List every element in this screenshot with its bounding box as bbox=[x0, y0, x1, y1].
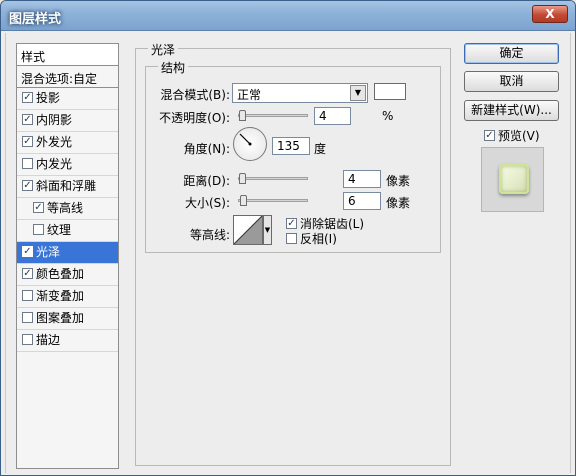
distance-slider-track[interactable] bbox=[238, 177, 308, 180]
checkbox-icon[interactable] bbox=[22, 136, 33, 147]
angle-needle-icon bbox=[239, 133, 252, 146]
checkbox-icon[interactable] bbox=[33, 202, 44, 213]
blending-options-item[interactable]: 混合选项:自定 bbox=[17, 66, 118, 88]
checkbox-icon[interactable] bbox=[286, 233, 297, 244]
checkbox-icon[interactable] bbox=[22, 334, 33, 345]
style-item-pattern-overlay[interactable]: 图案叠加 bbox=[17, 308, 118, 330]
style-item-label: 描边 bbox=[36, 333, 61, 347]
title-bar: 图层样式 X bbox=[1, 1, 575, 31]
styles-header[interactable]: 样式 bbox=[17, 44, 118, 66]
style-item-label: 外发光 bbox=[36, 135, 73, 149]
size-slider-track[interactable] bbox=[238, 199, 308, 202]
style-item-drop-shadow[interactable]: 投影 bbox=[17, 88, 118, 110]
style-item-label: 等高线 bbox=[47, 201, 84, 215]
preview-swatch bbox=[499, 164, 529, 194]
opacity-slider-thumb[interactable] bbox=[239, 110, 246, 121]
dropdown-arrow-icon[interactable]: ▼ bbox=[350, 85, 366, 101]
new-style-button[interactable]: 新建样式(W)... bbox=[464, 100, 559, 121]
style-item-contour[interactable]: 等高线 bbox=[17, 198, 118, 220]
style-list: 样式 混合选项:自定 投影 内阴影 外发光 内发光 斜面和浮雕 等高线 纹理 bbox=[16, 43, 119, 469]
style-item-bevel-emboss[interactable]: 斜面和浮雕 bbox=[17, 176, 118, 198]
structure-group: 结构 混合模式(B): 正常 ▼ 不透明度(O): 4 % 角度(N): 135… bbox=[145, 59, 441, 253]
size-slider-thumb[interactable] bbox=[240, 195, 247, 206]
angle-label: 角度(N): bbox=[183, 142, 230, 156]
checkbox-icon[interactable] bbox=[286, 218, 297, 229]
style-item-label: 内发光 bbox=[36, 157, 73, 171]
preview-checkbox[interactable]: 预览(V) bbox=[484, 127, 540, 144]
style-item-label: 光泽 bbox=[36, 245, 61, 259]
style-item-label: 斜面和浮雕 bbox=[36, 179, 97, 193]
layer-style-dialog: 图层样式 X 样式 混合选项:自定 投影 内阴影 外发光 内发光 斜面和浮雕 等 bbox=[0, 0, 576, 476]
dialog-content: 样式 混合选项:自定 投影 内阴影 外发光 内发光 斜面和浮雕 等高线 纹理 bbox=[5, 33, 571, 473]
style-item-gradient-overlay[interactable]: 渐变叠加 bbox=[17, 286, 118, 308]
style-item-texture[interactable]: 纹理 bbox=[17, 220, 118, 242]
distance-input[interactable]: 4 bbox=[343, 170, 381, 188]
size-label: 大小(S): bbox=[184, 196, 230, 210]
preview-label: 预览(V) bbox=[498, 129, 540, 143]
blend-mode-select[interactable]: 正常 ▼ bbox=[232, 83, 368, 103]
style-item-label: 颜色叠加 bbox=[36, 267, 85, 281]
invert-label: 反相(I) bbox=[300, 232, 337, 246]
checkbox-icon[interactable] bbox=[22, 180, 33, 191]
style-item-inner-shadow[interactable]: 内阴影 bbox=[17, 110, 118, 132]
style-item-stroke[interactable]: 描边 bbox=[17, 330, 118, 352]
checkbox-icon[interactable] bbox=[484, 130, 495, 141]
close-button[interactable]: X bbox=[532, 5, 568, 23]
contour-picker[interactable] bbox=[233, 215, 263, 245]
style-item-satin[interactable]: 光泽 bbox=[17, 242, 118, 264]
angle-dial[interactable] bbox=[233, 127, 267, 161]
antialias-label: 消除锯齿(L) bbox=[300, 217, 365, 231]
style-item-outer-glow[interactable]: 外发光 bbox=[17, 132, 118, 154]
style-item-label: 渐变叠加 bbox=[36, 289, 85, 303]
opacity-unit: % bbox=[382, 109, 394, 123]
checkbox-icon[interactable] bbox=[22, 92, 33, 103]
opacity-input[interactable]: 4 bbox=[314, 107, 351, 125]
size-unit: 像素 bbox=[386, 196, 411, 210]
opacity-slider-track[interactable] bbox=[238, 114, 308, 117]
checkbox-icon[interactable] bbox=[22, 268, 33, 279]
angle-unit: 度 bbox=[314, 142, 327, 156]
contour-dropdown-icon[interactable]: ▼ bbox=[263, 215, 272, 245]
distance-unit: 像素 bbox=[386, 174, 411, 188]
blend-mode-value: 正常 bbox=[237, 88, 262, 102]
style-preview bbox=[481, 147, 544, 212]
distance-slider-thumb[interactable] bbox=[239, 173, 246, 184]
style-item-label: 内阴影 bbox=[36, 113, 73, 127]
style-item-label: 图案叠加 bbox=[36, 311, 85, 325]
opacity-label: 不透明度(O): bbox=[159, 111, 230, 125]
angle-input[interactable]: 135 bbox=[272, 137, 310, 155]
distance-label: 距离(D): bbox=[183, 174, 230, 188]
style-item-label: 纹理 bbox=[47, 223, 72, 237]
contour-label: 等高线: bbox=[189, 228, 230, 242]
size-input[interactable]: 6 bbox=[343, 192, 381, 210]
checkbox-icon[interactable] bbox=[22, 290, 33, 301]
contour-curve-icon bbox=[233, 215, 263, 245]
invert-checkbox[interactable]: 反相(I) bbox=[286, 230, 337, 247]
checkbox-icon[interactable] bbox=[22, 312, 33, 323]
satin-group-title: 光泽 bbox=[148, 41, 179, 58]
ok-button[interactable]: 确定 bbox=[464, 43, 559, 64]
dialog-title: 图层样式 bbox=[9, 12, 62, 27]
checkbox-icon[interactable] bbox=[22, 158, 33, 169]
structure-group-title: 结构 bbox=[158, 59, 189, 76]
cancel-button[interactable]: 取消 bbox=[464, 71, 559, 92]
style-item-color-overlay[interactable]: 颜色叠加 bbox=[17, 264, 118, 286]
checkbox-icon[interactable] bbox=[33, 224, 44, 235]
blend-mode-label: 混合模式(B): bbox=[160, 88, 230, 102]
style-item-inner-glow[interactable]: 内发光 bbox=[17, 154, 118, 176]
style-item-label: 投影 bbox=[36, 91, 61, 105]
satin-group: 光泽 结构 混合模式(B): 正常 ▼ 不透明度(O): 4 % 角度(N): bbox=[135, 41, 451, 466]
checkbox-icon[interactable] bbox=[22, 246, 33, 257]
satin-color-swatch[interactable] bbox=[374, 83, 406, 100]
checkbox-icon[interactable] bbox=[22, 114, 33, 125]
